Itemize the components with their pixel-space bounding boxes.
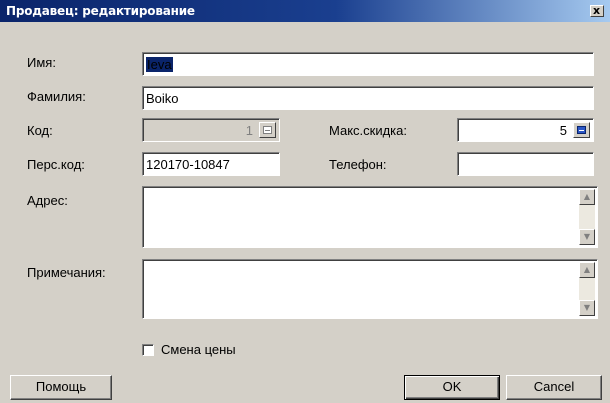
surname-value: Boiko (146, 91, 179, 106)
phone-label: Телефон: (329, 157, 387, 172)
max-discount-field[interactable]: 5 (457, 118, 594, 142)
surname-field[interactable]: Boiko (142, 86, 594, 110)
notes-label: Примечания: (27, 265, 106, 280)
scroll-up-arrow-icon[interactable]: ▲ (579, 262, 595, 278)
scroll-down-arrow-icon[interactable]: ▼ (579, 229, 595, 245)
phone-field[interactable] (457, 152, 594, 176)
price-change-checkbox[interactable] (142, 344, 154, 356)
notes-field[interactable]: ▲ ▼ (142, 259, 598, 319)
personal-code-value: 120170-10847 (146, 157, 230, 172)
personal-code-field[interactable]: 120170-10847 (142, 152, 280, 176)
personal-code-label: Перс.код: (27, 157, 85, 172)
surname-label: Фамилия: (27, 89, 86, 104)
max-discount-label: Макс.скидка: (329, 123, 407, 138)
scroll-up-arrow-icon[interactable]: ▲ (579, 189, 595, 205)
calculator-icon (263, 126, 272, 134)
window-title: Продавец: редактирование (6, 4, 195, 18)
max-discount-calculator-button[interactable] (573, 122, 590, 138)
address-field[interactable]: ▲ ▼ (142, 186, 598, 248)
title-bar[interactable]: Продавец: редактирование x (0, 0, 610, 22)
scroll-down-arrow-icon[interactable]: ▼ (579, 300, 595, 316)
cancel-button[interactable]: Cancel (506, 375, 602, 400)
max-discount-value: 5 (559, 123, 567, 138)
help-button[interactable]: Помощь (10, 375, 112, 400)
dialog-window: Продавец: редактирование x Имя: Ieva Фам… (0, 0, 610, 403)
name-label: Имя: (27, 55, 56, 70)
code-calculator-button (259, 122, 276, 138)
address-scrollbar[interactable]: ▲ ▼ (579, 189, 595, 245)
address-label: Адрес: (27, 193, 68, 208)
name-value: Ieva (146, 57, 173, 72)
code-label: Код: (27, 123, 53, 138)
close-button[interactable]: x (590, 4, 604, 17)
calculator-icon (577, 126, 586, 134)
price-change-label[interactable]: Смена цены (161, 342, 236, 357)
close-icon: x (593, 4, 601, 17)
code-value: 1 (245, 123, 253, 138)
name-field[interactable]: Ieva (142, 52, 594, 76)
ok-button[interactable]: OK (404, 375, 500, 400)
notes-scrollbar[interactable]: ▲ ▼ (579, 262, 595, 316)
code-field: 1 (142, 118, 280, 142)
